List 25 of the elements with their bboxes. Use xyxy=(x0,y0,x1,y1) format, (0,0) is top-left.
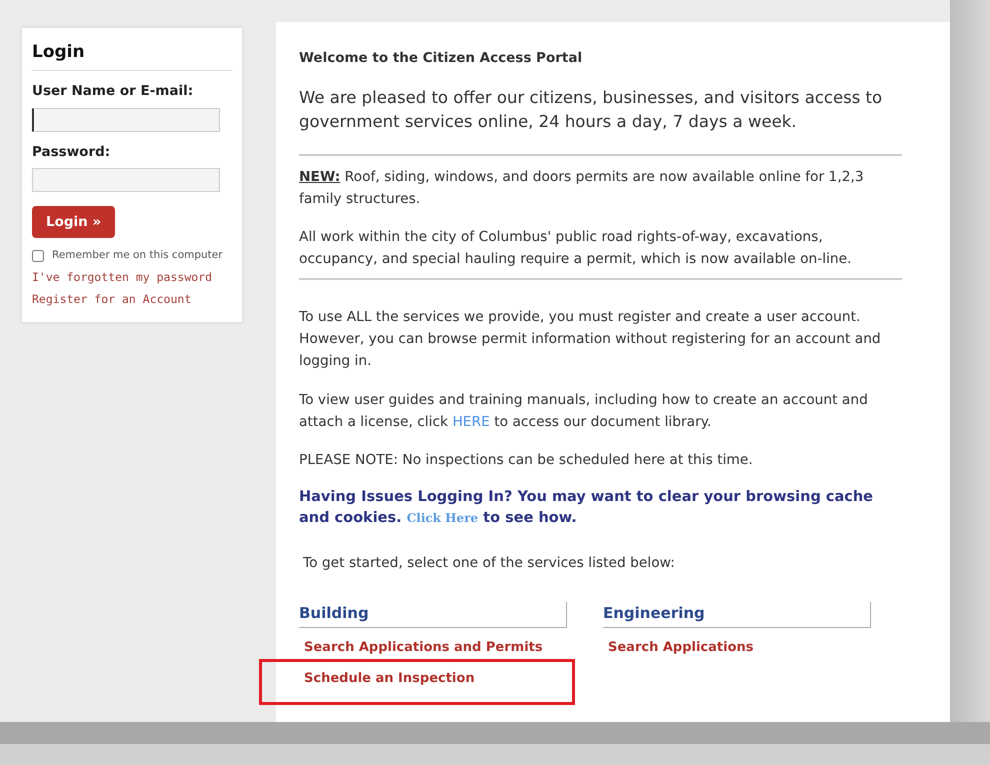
service-heading: Building xyxy=(299,602,567,628)
service-link[interactable]: Search Applications and Permits xyxy=(299,636,548,660)
remember-label: Remember me on this computer xyxy=(52,248,223,264)
field-label: User Name or E-mail: xyxy=(32,82,194,102)
here-link[interactable]: HERE xyxy=(452,414,490,430)
service-link[interactable]: Schedule an Inspection xyxy=(299,667,480,691)
issues-text: Having Issues Logging In? You may want to clear your browsing cache and cookies. Click Here to see how. xyxy=(299,488,874,528)
intro-text: We are pleased to offer our citizens, businesses, and visitors access to government services online, 24 hours a day, 7 days a week. xyxy=(299,87,884,134)
field-label: Password: xyxy=(32,142,112,162)
service-heading: Engineering xyxy=(603,602,871,628)
username-field[interactable] xyxy=(32,108,220,132)
account-link[interactable]: I've forgotten my password xyxy=(32,268,212,286)
page-title: Welcome to the Citizen Access Portal xyxy=(299,49,584,68)
info-text: To use ALL the services we provide, you must register and create a user account. However, you can browse permit information without registering for an account and logging in. xyxy=(299,308,882,372)
password-field[interactable] xyxy=(32,168,220,192)
account-link[interactable]: Register for an Account xyxy=(32,291,192,308)
note-text: PLEASE NOTE: No inspections can be scheduled here at this time. xyxy=(299,450,754,470)
login-button[interactable]: Login » xyxy=(32,206,116,238)
notice-text: NEW: Roof, siding, windows, and doors permits are now available online for 1,2,3 family structures. xyxy=(299,168,865,210)
notice-text: All work within the city of Columbus' public road rights-of-way, excavations, occupancy, and special hauling require a permit, which is now available on-line. xyxy=(299,228,853,270)
service-link[interactable]: Search Applications xyxy=(603,636,759,660)
login-title: Login xyxy=(32,42,232,72)
remember-checkbox[interactable] xyxy=(32,250,44,262)
guides-text: To view user guides and training manuals, including how to create an account and attach a license, click HERE to access our document library. xyxy=(299,390,869,432)
get-started-text: To get started, select one of the services listed below: xyxy=(302,554,676,574)
